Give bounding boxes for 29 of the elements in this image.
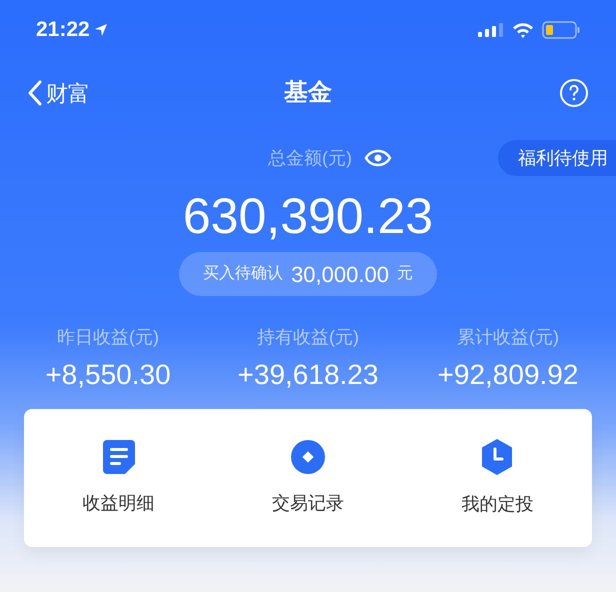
action-button[interactable]: 交易记录	[213, 440, 403, 516]
benefit-button[interactable]: 福利待使用	[498, 140, 616, 176]
back-button[interactable]: 财富	[28, 76, 90, 110]
total-label: 总金额(元)	[268, 146, 352, 170]
stat-label: 昨日收益(元)	[57, 326, 159, 349]
pending-amount: 30,000.00	[291, 260, 389, 288]
stat-label: 累计收益(元)	[457, 326, 559, 349]
location-arrow-icon	[94, 23, 108, 37]
action-button[interactable]: 收益明细	[24, 440, 214, 516]
question-icon	[569, 85, 579, 101]
status-time: 21:22	[36, 17, 90, 44]
stat-value: +8,550.30	[45, 359, 171, 391]
disc-icon	[290, 440, 325, 474]
clock-icon	[480, 438, 514, 474]
stat-value: +92,809.92	[438, 359, 578, 391]
chevron-left-icon	[28, 80, 42, 106]
pending-unit: 元	[396, 264, 413, 284]
stat-value: +39,618.23	[238, 359, 378, 391]
action-button[interactable]: 我的定投	[402, 438, 592, 518]
battery-icon	[542, 21, 580, 39]
pending-label: 买入待确认	[203, 264, 284, 284]
page-title: 基金	[284, 78, 332, 108]
total-amount: 630,390.23	[182, 188, 434, 244]
document-icon	[102, 440, 135, 474]
eye-icon[interactable]	[364, 149, 392, 167]
wifi-icon	[512, 22, 534, 38]
stat-label: 持有收益(元)	[257, 326, 359, 349]
signal-icon	[478, 23, 504, 37]
help-button[interactable]	[560, 79, 588, 107]
